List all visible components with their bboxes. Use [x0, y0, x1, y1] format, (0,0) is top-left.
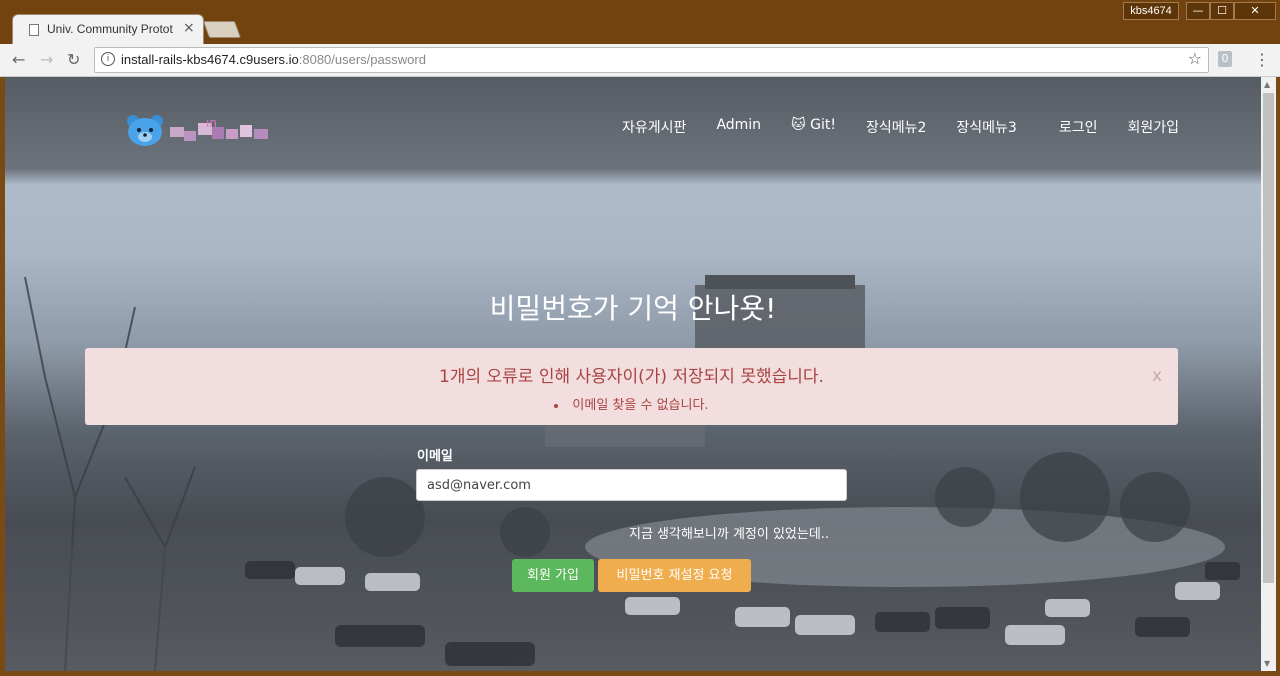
minimize-button[interactable]: — — [1186, 2, 1210, 20]
info-icon[interactable]: i — [101, 52, 115, 66]
back-arrow-icon[interactable]: ← — [12, 50, 25, 69]
nav-free-board[interactable]: 자유게시판 — [622, 117, 686, 137]
nav-git-label: Git! — [810, 117, 836, 133]
bookmark-star-icon[interactable]: ☆ — [1188, 49, 1202, 68]
bullet-icon — [554, 403, 559, 408]
tab-close-icon[interactable]: × — [183, 20, 195, 36]
tab-title: Univ. Community Protot — [47, 22, 173, 36]
alert-close-button[interactable]: x — [1152, 366, 1162, 386]
scrollbar-thumb[interactable] — [1263, 93, 1274, 583]
scroll-down-icon[interactable]: ▼ — [1264, 659, 1270, 668]
email-label: 이메일 — [417, 449, 453, 464]
nav-decor-menu-3[interactable]: 장식메뉴3 — [956, 117, 1016, 137]
existing-account-link[interactable]: 지금 생각해보니까 계정이 있었는데.. — [629, 523, 829, 542]
page-viewport: in 자유게시판 Admin 🐱 Git! 장식메뉴2 장식메뉴3 로그인 회원… — [5, 77, 1261, 671]
pixelated-logo-text: in — [170, 119, 268, 141]
nav-signup[interactable]: 회원가입 — [1127, 117, 1179, 137]
url-text: install-rails-kbs4674.c9users.io:8080/us… — [121, 52, 426, 67]
vertical-scrollbar[interactable]: ▲ ▼ — [1261, 77, 1276, 671]
url-host: install-rails-kbs4674.c9users.io — [121, 52, 299, 67]
profile-badge[interactable]: kbs4674 — [1123, 2, 1179, 20]
bear-logo-icon[interactable] — [125, 113, 165, 147]
error-alert: 1개의 오류로 인해 사용자이(가) 저장되지 못했습니다. 이메일 찾을 수 … — [85, 348, 1178, 425]
nav-admin[interactable]: Admin — [716, 117, 761, 137]
document-icon — [29, 24, 39, 36]
browser-menu-icon[interactable]: ⋮ — [1254, 50, 1270, 69]
new-tab-button[interactable] — [202, 21, 242, 38]
close-window-button[interactable]: ✕ — [1234, 2, 1276, 20]
scroll-up-icon[interactable]: ▲ — [1264, 80, 1270, 89]
titlebar: Univ. Community Protot × kbs4674 — ☐ ✕ — [0, 0, 1280, 45]
nav-login[interactable]: 로그인 — [1059, 117, 1098, 137]
alert-item: 이메일 찾을 수 없습니다. — [85, 394, 1178, 413]
browser-toolbar: ← → ↻ i install-rails-kbs4674.c9users.io… — [0, 44, 1280, 77]
forward-arrow-icon[interactable]: → — [40, 50, 53, 69]
reload-icon[interactable]: ↻ — [67, 50, 80, 69]
nav-links: 자유게시판 Admin 🐱 Git! 장식메뉴2 장식메뉴3 로그인 회원가입 — [592, 117, 1179, 137]
nav-git[interactable]: 🐱 Git! — [791, 117, 836, 137]
svg-text:in: in — [206, 119, 217, 130]
url-path: :8080/users/password — [298, 52, 426, 67]
browser-tab[interactable]: Univ. Community Protot × — [12, 14, 204, 45]
reset-password-button[interactable]: 비밀번호 재설정 요청 — [598, 559, 751, 592]
maximize-button[interactable]: ☐ — [1210, 2, 1234, 20]
browser-window: Univ. Community Protot × kbs4674 — ☐ ✕ ←… — [0, 0, 1280, 676]
github-cat-icon: 🐱 — [791, 117, 811, 133]
nav-decor-menu-2[interactable]: 장식메뉴2 — [866, 117, 926, 137]
extension-icon[interactable]: 0 — [1218, 51, 1232, 67]
site-navbar: in 자유게시판 Admin 🐱 Git! 장식메뉴2 장식메뉴3 로그인 회원… — [5, 77, 1261, 185]
alert-heading: 1개의 오류로 인해 사용자이(가) 저장되지 못했습니다. — [439, 367, 824, 387]
email-input[interactable] — [416, 469, 847, 501]
signup-button[interactable]: 회원 가입 — [512, 559, 594, 592]
page-title: 비밀번호가 기억 안나욧! — [489, 292, 777, 325]
address-bar[interactable]: i install-rails-kbs4674.c9users.io:8080/… — [94, 47, 1209, 73]
alert-item-text: 이메일 찾을 수 없습니다. — [572, 398, 709, 413]
